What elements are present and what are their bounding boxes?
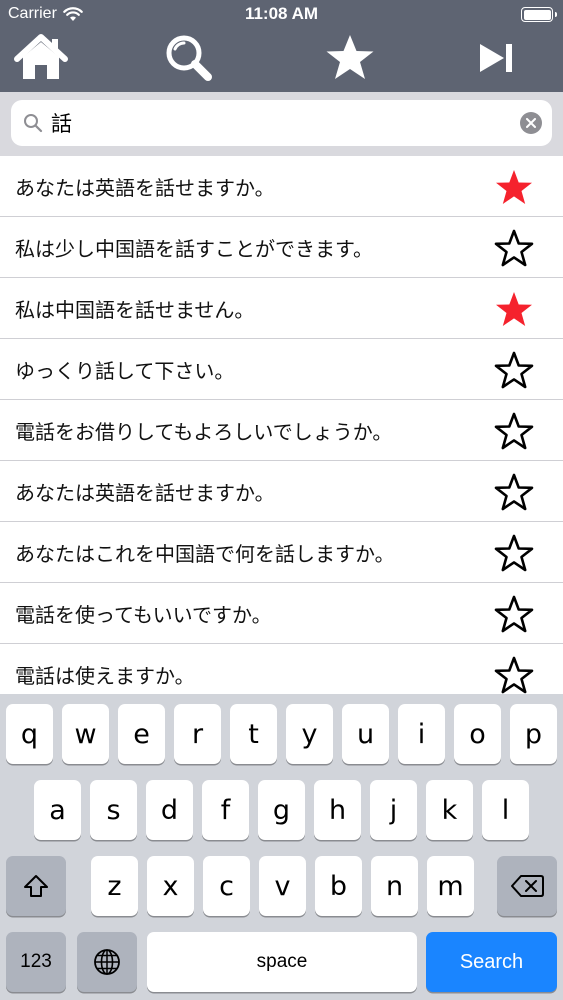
search-field[interactable] bbox=[11, 100, 552, 146]
key-s[interactable]: s bbox=[90, 780, 137, 840]
list-item[interactable]: あなたはこれを中国語で何を話しますか。 bbox=[0, 522, 563, 583]
key-b[interactable]: b bbox=[315, 856, 362, 916]
battery-icon bbox=[521, 7, 557, 22]
clear-button[interactable] bbox=[520, 112, 542, 134]
list-item[interactable]: あなたは英語を話せますか。 bbox=[0, 156, 563, 217]
skip-forward-button[interactable] bbox=[462, 28, 532, 88]
key-n[interactable]: n bbox=[371, 856, 418, 916]
status-time: 11:08 AM bbox=[244, 4, 319, 23]
key-y[interactable]: y bbox=[286, 704, 333, 764]
favorites-button[interactable] bbox=[315, 28, 385, 88]
home-icon bbox=[14, 34, 68, 79]
backspace-key[interactable] bbox=[497, 856, 557, 916]
magnifier-icon bbox=[24, 114, 43, 133]
key-v[interactable]: v bbox=[259, 856, 306, 916]
list-item[interactable]: 私は中国語を話せません。 bbox=[0, 278, 563, 339]
top-bar: Carrier 11:08 AM bbox=[0, 0, 563, 92]
star-icon bbox=[326, 35, 374, 79]
key-h[interactable]: h bbox=[314, 780, 361, 840]
list-item-text: 電話をお借りしてもよろしいでしょうか。 bbox=[15, 420, 393, 444]
shift-icon bbox=[24, 875, 48, 897]
star-outline-icon[interactable] bbox=[494, 656, 534, 694]
list-item-text: 私は中国語を話せません。 bbox=[15, 298, 255, 322]
list-item[interactable]: ゆっくり話して下さい。 bbox=[0, 339, 563, 400]
star-outline-icon[interactable] bbox=[494, 351, 534, 389]
shift-key[interactable] bbox=[6, 856, 66, 916]
search-input[interactable] bbox=[51, 106, 511, 140]
list-item-text: あなたは英語を話せますか。 bbox=[15, 176, 275, 200]
key-q[interactable]: q bbox=[6, 704, 53, 764]
star-outline-icon[interactable] bbox=[494, 473, 534, 511]
key-w[interactable]: w bbox=[62, 704, 109, 764]
list-item[interactable]: 電話をお借りしてもよろしいでしょうか。 bbox=[0, 400, 563, 461]
list-item-text: あなたは英語を話せますか。 bbox=[15, 481, 275, 505]
key-z[interactable]: z bbox=[91, 856, 138, 916]
search-bar bbox=[0, 92, 563, 156]
key-x[interactable]: x bbox=[147, 856, 194, 916]
globe-icon bbox=[94, 949, 120, 975]
star-outline-icon[interactable] bbox=[494, 229, 534, 267]
key-o[interactable]: o bbox=[454, 704, 501, 764]
toolbar bbox=[0, 28, 563, 92]
key-u[interactable]: u bbox=[342, 704, 389, 764]
clear-icon bbox=[526, 118, 536, 128]
star-outline-icon[interactable] bbox=[494, 412, 534, 450]
status-bar: Carrier 11:08 AM bbox=[0, 0, 563, 30]
globe-key[interactable] bbox=[77, 932, 137, 992]
keyboard: qwertyuiop asdfghjkl zxcvbnm 123 space S… bbox=[0, 694, 563, 1000]
search-icon bbox=[166, 35, 212, 81]
list-item[interactable]: 電話は使えますか。 bbox=[0, 644, 563, 694]
list-item[interactable]: 電話を使ってもいいですか。 bbox=[0, 583, 563, 644]
key-r[interactable]: r bbox=[174, 704, 221, 764]
key-g[interactable]: g bbox=[258, 780, 305, 840]
key-d[interactable]: d bbox=[146, 780, 193, 840]
results-list: あなたは英語を話せますか。 私は少し中国語を話すことができます。 私は中国語を話せま… bbox=[0, 156, 563, 694]
numbers-key[interactable]: 123 bbox=[6, 932, 66, 992]
list-item-text: 電話を使ってもいいですか。 bbox=[15, 603, 272, 627]
star-outline-icon[interactable] bbox=[494, 595, 534, 633]
key-k[interactable]: k bbox=[426, 780, 473, 840]
key-f[interactable]: f bbox=[202, 780, 249, 840]
list-item-text: 電話は使えますか。 bbox=[15, 664, 195, 688]
list-item[interactable]: あなたは英語を話せますか。 bbox=[0, 461, 563, 522]
key-j[interactable]: j bbox=[370, 780, 417, 840]
key-a[interactable]: a bbox=[34, 780, 81, 840]
favorite-star-icon[interactable] bbox=[494, 168, 534, 206]
key-m[interactable]: m bbox=[427, 856, 474, 916]
star-outline-icon[interactable] bbox=[494, 534, 534, 572]
list-item-text: ゆっくり話して下さい。 bbox=[15, 359, 235, 383]
space-key[interactable]: space bbox=[147, 932, 417, 992]
key-e[interactable]: e bbox=[118, 704, 165, 764]
key-l[interactable]: l bbox=[482, 780, 529, 840]
backspace-icon bbox=[511, 875, 544, 897]
search-button[interactable] bbox=[154, 28, 224, 88]
list-item-text: あなたはこれを中国語で何を話しますか。 bbox=[15, 542, 395, 566]
key-p[interactable]: p bbox=[510, 704, 557, 764]
search-key[interactable]: Search bbox=[426, 932, 557, 992]
key-i[interactable]: i bbox=[398, 704, 445, 764]
key-t[interactable]: t bbox=[230, 704, 277, 764]
skip-forward-icon bbox=[480, 44, 512, 72]
home-button[interactable] bbox=[6, 28, 76, 88]
key-c[interactable]: c bbox=[203, 856, 250, 916]
list-item[interactable]: 私は少し中国語を話すことができます。 bbox=[0, 217, 563, 278]
favorite-star-icon[interactable] bbox=[494, 290, 534, 328]
list-item-text: 私は少し中国語を話すことができます。 bbox=[15, 237, 373, 261]
